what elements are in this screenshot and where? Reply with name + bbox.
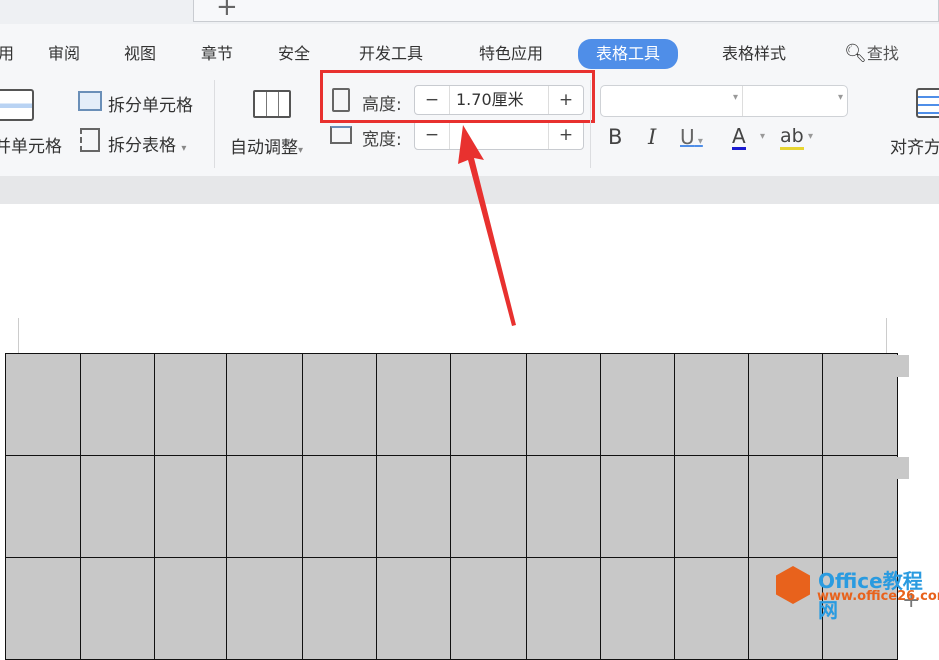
align-icon <box>916 88 939 118</box>
table-cell[interactable] <box>526 557 601 660</box>
column-width-icon <box>330 126 352 144</box>
merge-cells-button[interactable]: 并单元格 <box>0 132 62 157</box>
row-handle[interactable] <box>897 457 909 479</box>
font-selectors: ▾ ▾ <box>600 85 848 117</box>
table-cell[interactable] <box>674 353 749 456</box>
table-cell[interactable] <box>80 557 155 660</box>
margin-mark <box>886 318 887 354</box>
search-icon: 🔍︎ <box>844 43 867 64</box>
table-cell[interactable] <box>450 455 527 558</box>
table-cell[interactable] <box>154 353 227 456</box>
font-name-select[interactable]: ▾ <box>601 86 743 116</box>
watermark-url: www.office26.com <box>817 589 939 604</box>
table-cell[interactable] <box>822 353 898 456</box>
highlight-button[interactable]: ab <box>780 125 804 150</box>
font-color-dropdown-icon[interactable]: ▾ <box>760 131 765 142</box>
highlight-box <box>320 70 595 123</box>
table-cell[interactable] <box>5 455 81 558</box>
tab-chapter[interactable]: 章节 <box>201 42 233 66</box>
width-increase-button[interactable]: + <box>549 121 583 149</box>
table-cell[interactable] <box>376 353 451 456</box>
table-cell[interactable] <box>748 455 823 558</box>
table-cell[interactable] <box>748 353 823 456</box>
table-cell[interactable] <box>376 557 451 660</box>
tab-table-tools[interactable]: 表格工具 <box>578 39 679 69</box>
font-size-select[interactable]: ▾ <box>743 86 847 116</box>
align-button[interactable]: 对齐方 <box>890 133 939 158</box>
table-cell[interactable] <box>526 353 601 456</box>
table-row <box>5 455 898 558</box>
table-cell[interactable] <box>80 455 155 558</box>
italic-button[interactable]: I <box>648 125 656 149</box>
table-cell[interactable] <box>526 455 601 558</box>
table-cell[interactable] <box>600 353 675 456</box>
bold-button[interactable]: B <box>608 125 622 149</box>
auto-adjust-icon <box>253 90 291 118</box>
row-handle[interactable] <box>897 355 909 377</box>
red-arrow <box>458 125 516 326</box>
table-cell[interactable] <box>5 557 81 660</box>
highlight-dropdown-icon[interactable]: ▾ <box>808 131 813 142</box>
table-cell[interactable] <box>450 557 527 660</box>
auto-adjust-button[interactable]: 自动调整▾ <box>230 133 303 158</box>
split-table-button[interactable]: 拆分表格 ▾ <box>108 131 186 156</box>
table-cell[interactable] <box>302 353 377 456</box>
table-cell[interactable] <box>450 353 527 456</box>
table-cell[interactable] <box>226 455 303 558</box>
table-cell[interactable] <box>302 455 377 558</box>
tab-partial[interactable]: 用 <box>0 42 14 66</box>
table-row <box>5 353 898 456</box>
table-cell[interactable] <box>600 455 675 558</box>
new-tab-plus-icon[interactable]: + <box>216 0 238 22</box>
table-cell[interactable] <box>302 557 377 660</box>
table-row <box>5 557 898 660</box>
divider <box>214 80 215 168</box>
search-button[interactable]: 🔍︎查找 <box>844 42 899 66</box>
width-label: 宽度: <box>362 130 402 150</box>
split-cells-icon <box>78 91 102 111</box>
table-cell[interactable] <box>80 353 155 456</box>
split-table-icon <box>80 128 100 152</box>
table-cell[interactable] <box>154 455 227 558</box>
split-cells-button[interactable]: 拆分单元格 <box>108 91 193 116</box>
tab-security[interactable]: 安全 <box>278 42 310 66</box>
table-cell[interactable] <box>154 557 227 660</box>
table-cell[interactable] <box>674 455 749 558</box>
table-cell[interactable] <box>226 557 303 660</box>
divider <box>590 80 591 168</box>
tab-view[interactable]: 视图 <box>124 42 156 66</box>
table-cell[interactable] <box>600 557 675 660</box>
tab-table-style[interactable]: 表格样式 <box>722 42 786 66</box>
margin-mark <box>18 318 19 354</box>
table-cell[interactable] <box>226 353 303 456</box>
font-color-button[interactable]: A <box>732 125 746 150</box>
search-label: 查找 <box>866 44 899 63</box>
document-table <box>5 353 898 660</box>
tab-developer[interactable]: 开发工具 <box>359 42 423 66</box>
merge-cells-icon <box>0 89 34 121</box>
document-tab-strip <box>193 0 939 22</box>
table-cell[interactable] <box>376 455 451 558</box>
tab-review[interactable]: 审阅 <box>48 42 80 66</box>
underline-button[interactable]: U ▾ <box>680 125 703 149</box>
table-cell[interactable] <box>5 353 81 456</box>
table-cell[interactable] <box>822 455 898 558</box>
table-cell[interactable] <box>674 557 749 660</box>
tab-special-apps[interactable]: 特色应用 <box>479 42 543 66</box>
